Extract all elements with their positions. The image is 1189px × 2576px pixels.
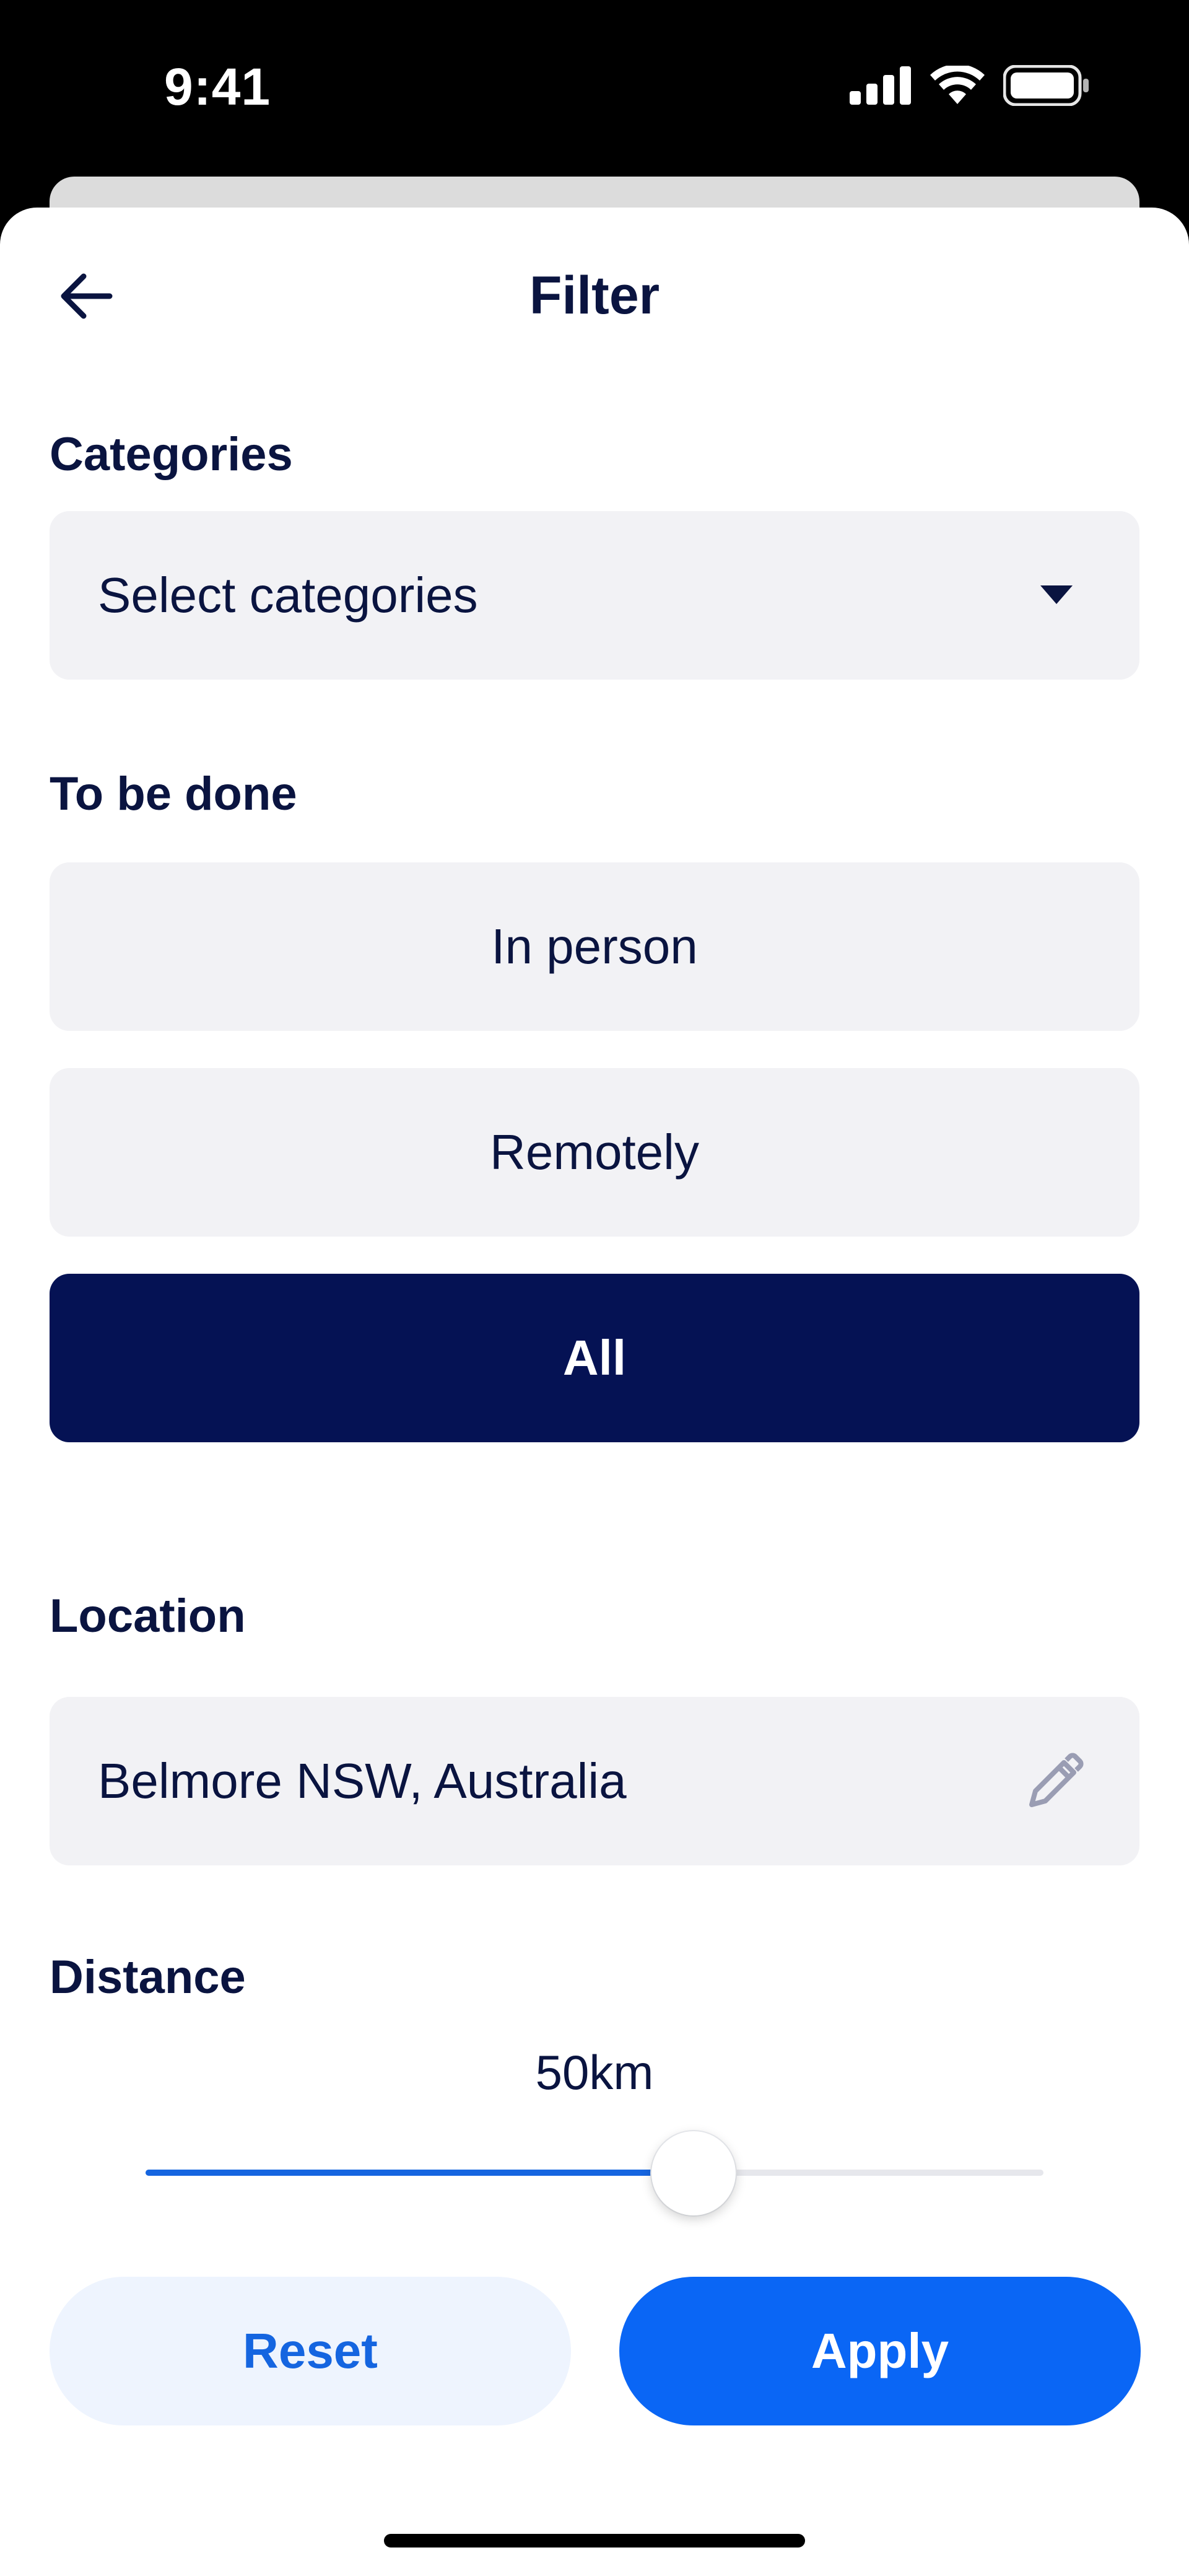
home-indicator (384, 2534, 805, 2548)
status-time: 9:41 (164, 58, 271, 116)
distance-label: Distance (50, 1951, 246, 2004)
location-value: Belmore NSW, Australia (98, 1753, 627, 1808)
to-be-done-label: To be done (50, 768, 297, 820)
categories-label: Categories (50, 428, 293, 481)
signal-icon (850, 66, 911, 105)
option-all[interactable]: All (50, 1274, 1139, 1442)
caret-down-icon (1040, 585, 1073, 604)
battery-icon (1003, 65, 1089, 106)
page-title: Filter (529, 266, 660, 325)
reset-button[interactable]: Reset (50, 2277, 571, 2425)
wifi-icon (930, 66, 985, 104)
apply-button[interactable]: Apply (619, 2277, 1141, 2425)
location-field[interactable]: Belmore NSW, Australia (50, 1697, 1139, 1865)
option-in-person[interactable]: In person (50, 862, 1139, 1031)
option-remotely[interactable]: Remotely (50, 1068, 1139, 1237)
pencil-icon[interactable] (1023, 1751, 1085, 1813)
distance-value: 50km (535, 2045, 654, 2100)
slider-fill (146, 2170, 694, 2176)
slider-thumb[interactable] (651, 2131, 736, 2215)
categories-dropdown[interactable]: Select categories (50, 511, 1139, 680)
categories-value: Select categories (98, 567, 478, 623)
status-icons (850, 65, 1090, 106)
distance-slider[interactable] (146, 2131, 1043, 2218)
filter-screen: 9:41 Filter Categories Select categories… (0, 0, 1189, 2576)
status-bar: 9:41 (0, 0, 1189, 173)
location-label: Location (50, 1590, 246, 1642)
